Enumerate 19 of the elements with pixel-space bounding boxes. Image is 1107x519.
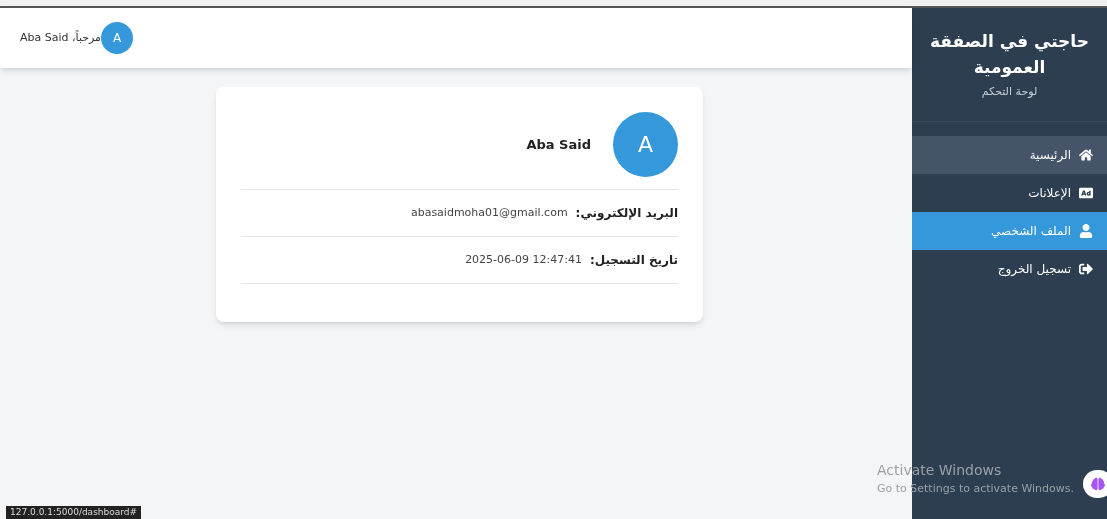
user-icon — [1079, 223, 1093, 238]
brain-icon — [1091, 477, 1105, 491]
sidebar-item[interactable]: الإعلانات — [912, 173, 1107, 212]
app-subtitle: لوحة التحكم — [981, 84, 1038, 100]
logout-icon — [1079, 261, 1093, 276]
profile-name: Aba Said — [526, 135, 591, 154]
avatar: A — [101, 22, 133, 54]
field-label: تاريخ التسجيل: — [589, 252, 678, 269]
ad-icon — [1079, 185, 1093, 200]
sidebar-item[interactable]: تسجيل الخروج — [912, 249, 1107, 288]
home-icon — [1079, 147, 1093, 162]
profile-avatar: A — [613, 112, 678, 177]
sidebar-item[interactable]: الرئيسية — [912, 135, 1107, 174]
status-url: 127.0.0.1:5000/dashboard# — [6, 506, 142, 519]
greeting-text: مرحباً، Aba Said — [20, 29, 101, 46]
app-title: حاجتي في الصفقة العمومية — [929, 30, 1090, 79]
field-value: 2025-06-09 12:47:41 — [465, 251, 582, 268]
field-value: abasaidmoha01@gmail.com — [410, 204, 568, 221]
field-label: البريد الإلكتروني: — [575, 205, 678, 222]
